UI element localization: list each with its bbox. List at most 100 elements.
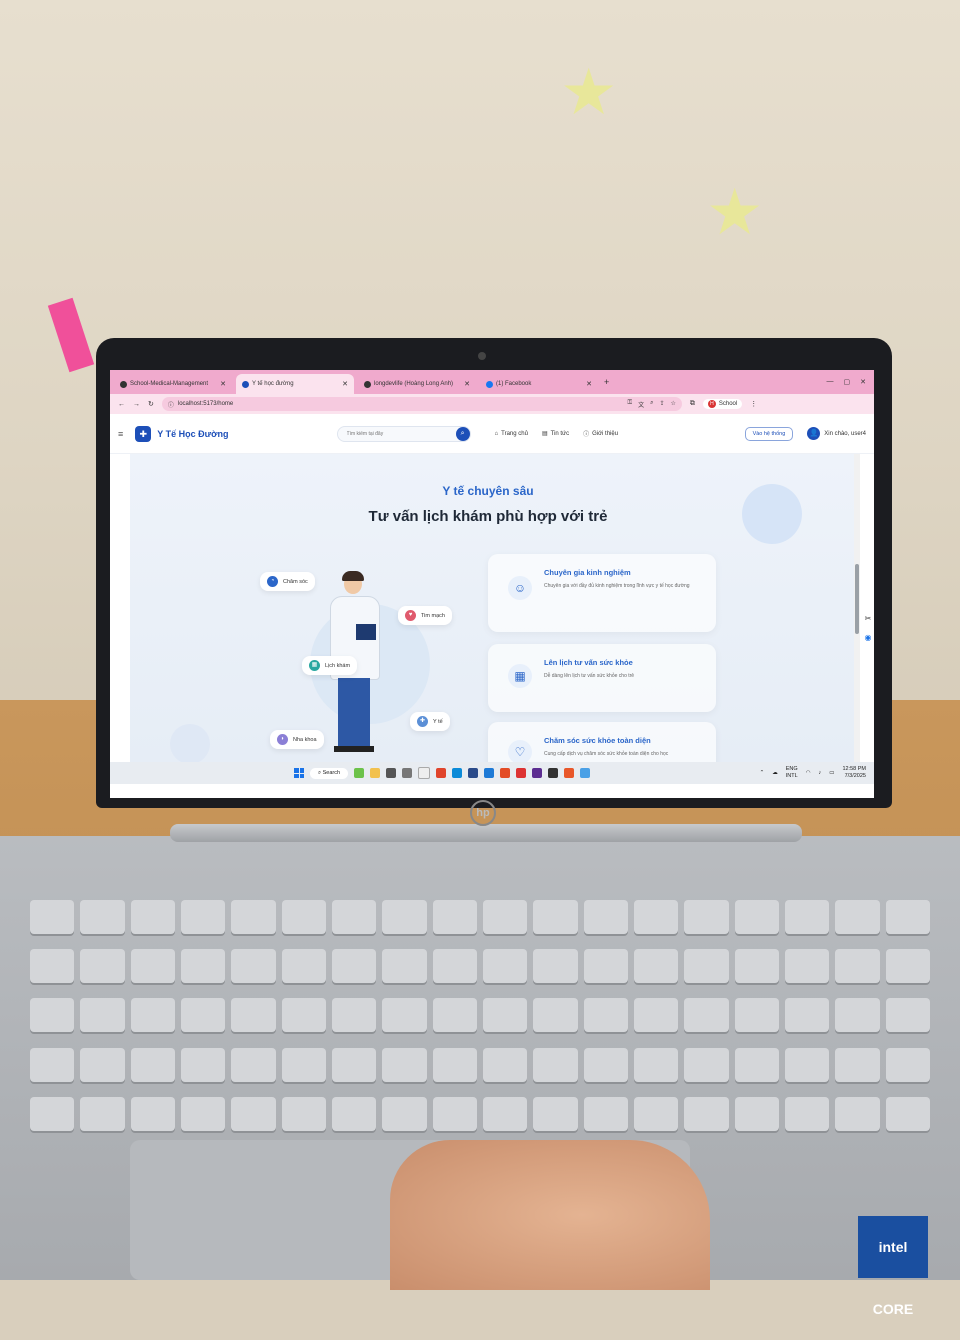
chrome-icon[interactable] (500, 768, 511, 778)
file-explorer-icon[interactable] (370, 768, 381, 778)
browser-tab-active[interactable]: Y tế học đường ✕ (236, 374, 354, 394)
settings-icon[interactable] (468, 768, 479, 778)
key-icon[interactable]: ⚿ (627, 400, 632, 409)
cloud-icon[interactable]: ☁ (772, 770, 778, 776)
feature-card[interactable]: ▦ Lên lịch tư vấn sức khỏe Dễ dàng lên l… (488, 644, 716, 712)
close-window-icon[interactable]: ✕ (860, 378, 866, 386)
extensions-icon[interactable]: ⧉ (690, 400, 695, 408)
section-kicker: Y tế chuyên sâu (442, 484, 534, 498)
browser-menu-icon[interactable]: ⋮ (750, 400, 757, 408)
heart-icon: ♡ (508, 740, 532, 762)
chevron-up-icon[interactable]: ⌃ (760, 770, 765, 776)
windows-start-icon[interactable] (294, 768, 304, 778)
forward-icon[interactable]: → (133, 401, 140, 408)
chip-label: Nha khoa (293, 736, 317, 743)
close-icon[interactable]: ✕ (220, 380, 226, 388)
search-icon[interactable]: ⌕ (455, 426, 470, 441)
app-icon[interactable] (580, 768, 591, 778)
close-icon[interactable]: ✕ (586, 380, 592, 388)
main-nav: ⌂ Trang chủ ▤ Tin tức ⓘ Giới thiệu (495, 429, 619, 439)
feature-title: Chuyên gia kinh nghiệm (544, 568, 631, 577)
nav-label: Tin tức (550, 430, 570, 437)
user-menu[interactable]: 👤 Xin chào, user4 (807, 427, 866, 440)
logo-icon[interactable]: ✚ (135, 425, 152, 442)
webcam (478, 352, 486, 360)
tooth-icon: ◗ (277, 734, 288, 745)
nav-home[interactable]: ⌂ Trang chủ (495, 429, 528, 438)
profile-button[interactable]: H School (702, 399, 743, 409)
share-icon[interactable]: ⇪ (659, 400, 664, 409)
visual-studio-icon[interactable] (532, 768, 543, 778)
browser-tab[interactable]: longdevlife (Hoàng Long Anh) ✕ (358, 374, 476, 394)
bookmark-star-icon[interactable]: ☆ (670, 400, 675, 409)
chip-label: Chăm sóc (283, 578, 308, 585)
nav-news[interactable]: ▤ Tin tức (542, 429, 569, 438)
close-icon[interactable]: ✕ (342, 380, 348, 388)
back-icon[interactable]: ← (118, 401, 125, 408)
home-icon: ⌂ (494, 430, 499, 437)
widgets-icon[interactable] (354, 768, 365, 778)
page-scrollbar[interactable] (854, 454, 860, 762)
laptop-screen: School-Medical-Management ✕ Y tế học đườ… (110, 370, 874, 798)
app-icon[interactable] (564, 768, 575, 778)
volume-icon[interactable]: ♪ (819, 770, 822, 776)
site-icon (242, 380, 249, 388)
store-icon[interactable] (386, 768, 397, 778)
browser-tab[interactable]: School-Medical-Management ✕ (114, 374, 232, 394)
feature-title: Lên lịch tư vấn sức khỏe (544, 658, 633, 667)
hand (390, 1140, 710, 1290)
language-indicator[interactable]: ENG INTL (786, 766, 798, 779)
feature-card[interactable]: ♡ Chăm sóc sức khỏe toàn diện Cung cấp d… (488, 722, 716, 762)
calendar-icon: ▦ (309, 660, 320, 671)
nav-about[interactable]: ⓘ Giới thiệu (583, 429, 619, 439)
zoom-icon[interactable]: ⌕ (650, 400, 653, 409)
taskbar-search-label: Search (322, 769, 341, 776)
search-input[interactable] (344, 429, 449, 438)
clock-time: 12:58 PM (842, 766, 866, 773)
address-bar[interactable]: ⓘ localhost:5173/home ⚿ 文 ⌕ ⇪ ☆ (161, 397, 682, 411)
app-icon[interactable] (402, 768, 413, 778)
clock-date: 7/3/2025 (844, 773, 866, 779)
new-tab-button[interactable]: + (598, 377, 615, 387)
vscode-icon[interactable] (484, 768, 495, 778)
nav-label: Giới thiệu (592, 430, 619, 437)
greeting: Xin chào, user4 (824, 430, 866, 437)
battery-icon[interactable]: ▭ (829, 770, 834, 776)
clock[interactable]: 12:58 PM 7/3/2025 (842, 766, 866, 779)
profile-label: School (718, 401, 738, 407)
feature-card[interactable]: ☺ Chuyên gia kinh nghiệm Chuyên gia với … (488, 554, 716, 632)
edge-icon[interactable] (452, 768, 463, 778)
scrollbar-thumb[interactable] (855, 564, 859, 634)
lang-bottom: INTL (785, 773, 798, 779)
reload-icon[interactable]: ↻ (148, 400, 154, 408)
site-info-icon[interactable]: ⓘ (168, 400, 174, 409)
close-icon[interactable]: ✕ (464, 380, 470, 388)
menu-icon[interactable]: ≡ (118, 429, 123, 439)
chat-icon[interactable]: ◉ (865, 633, 872, 642)
minimize-icon[interactable]: — (827, 378, 834, 386)
browser-tab[interactable]: (1) Facebook ✕ (480, 374, 598, 394)
system-tray: ⌃ ☁ ENG INTL ◠ ♪ ▭ 12:58 PM 7/3/2025 (760, 766, 866, 779)
document-icon[interactable] (418, 767, 431, 779)
tab-label: (1) Facebook (496, 381, 532, 387)
wifi-icon[interactable]: ◠ (806, 770, 811, 776)
profile-avatar: H (707, 400, 716, 408)
taskbar-search[interactable]: ⌕ Search (310, 767, 349, 779)
app-icon[interactable] (436, 768, 447, 778)
terminal-icon[interactable] (548, 768, 559, 778)
scissors-icon[interactable]: ✂ (865, 614, 872, 623)
app-icon[interactable] (516, 768, 527, 778)
nav-label: Trang chủ (501, 430, 528, 437)
section-headline: Tư vấn lịch khám phù hợp với trẻ (368, 508, 608, 525)
maximize-icon[interactable]: ▢ (844, 378, 851, 386)
enter-system-button[interactable]: Vào hệ thống (744, 426, 794, 441)
feature-title: Chăm sóc sức khỏe toàn diện (544, 736, 651, 745)
intel-sticker: intel CORE (858, 1216, 928, 1317)
brand-name[interactable]: Y Tế Học Đường (157, 429, 228, 439)
window-controls: — ▢ ✕ (827, 378, 875, 386)
news-icon: ▤ (541, 431, 548, 437)
chip-medical: ✚ Y tế (410, 712, 450, 731)
user-icon: 👤 (807, 427, 821, 440)
translate-icon[interactable]: 文 (638, 400, 644, 409)
browser-tab-strip: School-Medical-Management ✕ Y tế học đườ… (110, 370, 874, 394)
